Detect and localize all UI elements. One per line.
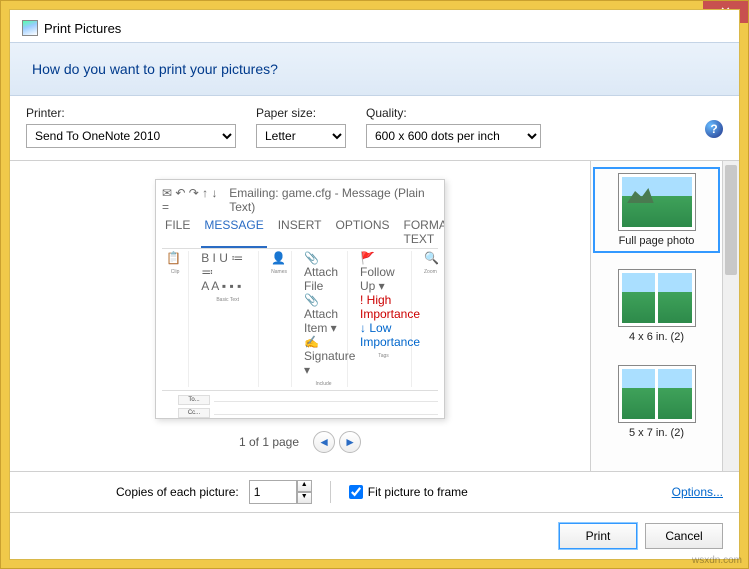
bottom-options-row: Copies of each picture: ▲ ▼ Fit picture …: [10, 471, 739, 512]
quality-select[interactable]: 600 x 600 dots per inch: [366, 124, 541, 148]
preview-tab-message: MESSAGE: [201, 216, 266, 248]
preview-page: ✉ ↶ ↷ ↑ ↓ = Emailing: game.cfg - Message…: [155, 179, 445, 419]
divider: [330, 481, 331, 503]
layout-4x6[interactable]: 4 x 6 in. (2): [595, 265, 718, 347]
pictures-icon: [22, 20, 38, 36]
pager: 1 of 1 page ◄ ►: [239, 431, 361, 453]
fit-to-frame-label: Fit picture to frame: [368, 485, 468, 499]
options-link[interactable]: Options...: [672, 485, 723, 499]
preview-tab-format: FORMAT TEXT: [401, 216, 445, 248]
copies-down-button[interactable]: ▼: [297, 492, 312, 504]
prompt-text: How do you want to print your pictures?: [10, 42, 739, 96]
help-icon[interactable]: ?: [705, 120, 723, 138]
print-options-row: Printer: Send To OneNote 2010 Paper size…: [10, 96, 739, 160]
paper-label: Paper size:: [256, 106, 346, 120]
paper-size-select[interactable]: Letter: [256, 124, 346, 148]
client-area: Print Pictures How do you want to print …: [9, 9, 740, 560]
dialog-title-row: Print Pictures: [10, 10, 739, 42]
copies-label: Copies of each picture:: [116, 485, 239, 499]
copies-input[interactable]: [249, 480, 297, 504]
preview-tab-insert: INSERT: [275, 216, 325, 248]
layout-full-page[interactable]: Full page photo: [595, 169, 718, 251]
dialog-title: Print Pictures: [44, 21, 121, 36]
main-area: ✉ ↶ ↷ ↑ ↓ = Emailing: game.cfg - Message…: [10, 160, 739, 471]
quality-label: Quality:: [366, 106, 541, 120]
layout-5x7[interactable]: 5 x 7 in. (2): [595, 361, 718, 443]
preview-tab-file: FILE: [162, 216, 193, 248]
printer-label: Printer:: [26, 106, 236, 120]
copies-up-button[interactable]: ▲: [297, 480, 312, 492]
watermark: wsxdn.com: [692, 555, 742, 566]
cancel-button[interactable]: Cancel: [645, 523, 723, 549]
fit-to-frame-row[interactable]: Fit picture to frame: [349, 485, 468, 499]
prev-page-button[interactable]: ◄: [313, 431, 335, 453]
layout-pane: Full page photo 4 x 6 in. (2) 5 x 7 in. …: [590, 161, 722, 471]
print-pictures-window: ✕ Print Pictures How do you want to prin…: [0, 0, 749, 569]
printer-select[interactable]: Send To OneNote 2010: [26, 124, 236, 148]
layout-scrollbar[interactable]: [722, 161, 739, 471]
page-indicator: 1 of 1 page: [239, 435, 299, 449]
scrollbar-thumb[interactable]: [725, 165, 737, 275]
print-button[interactable]: Print: [559, 523, 637, 549]
preview-pane: ✉ ↶ ↷ ↑ ↓ = Emailing: game.cfg - Message…: [10, 161, 590, 471]
next-page-button[interactable]: ►: [339, 431, 361, 453]
fit-to-frame-checkbox[interactable]: [349, 485, 363, 499]
copies-spinner: ▲ ▼: [249, 480, 312, 504]
dialog-button-row: Print Cancel: [10, 512, 739, 559]
preview-tab-options: OPTIONS: [333, 216, 393, 248]
